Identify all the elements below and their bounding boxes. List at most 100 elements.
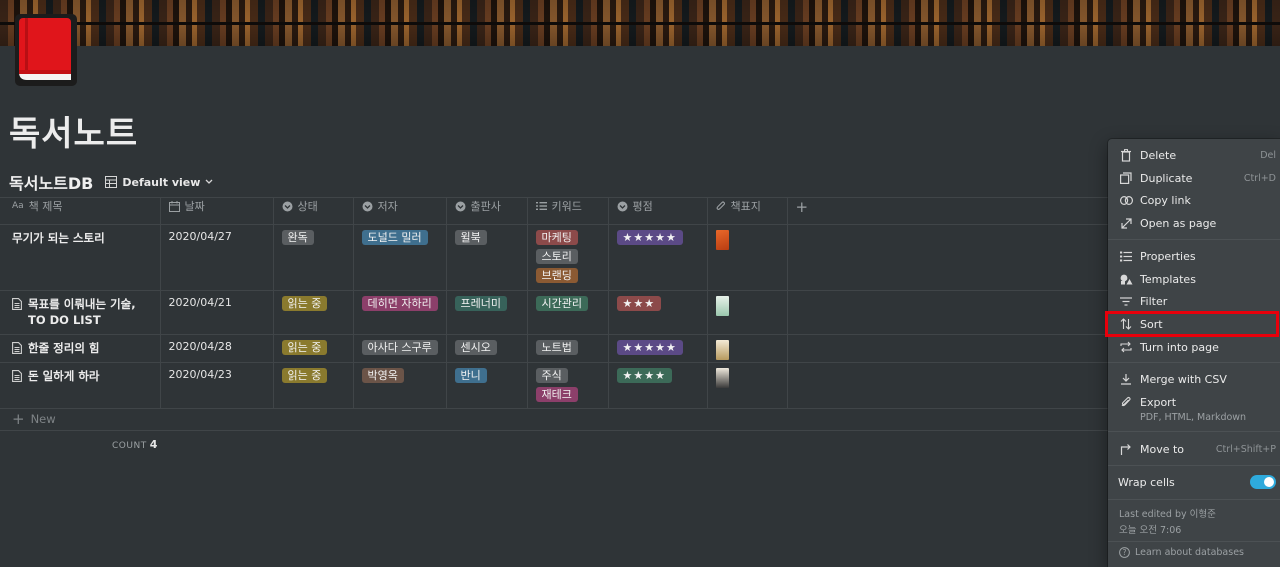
svg-text:?: ? [1123,548,1127,557]
column-header-title[interactable]: Aa 책 제목 [0,197,161,225]
page-title[interactable]: 독서노트 [9,106,138,155]
row-title[interactable]: 목표를 이뤄내는 기술, TO DO LIST [12,296,152,328]
templates-icon [1118,271,1134,287]
row-count[interactable]: COUNT 4 [112,438,158,451]
table-view-icon [105,176,118,188]
document-icon [12,298,22,310]
menu-item-templates[interactable]: Templates [1108,268,1280,290]
menu-item-open-as-page[interactable]: Open as page [1108,212,1280,234]
table-row[interactable]: 한줄 정리의 힘 2020/04/28 읽는 중 아사다 스구루 센시오 노트법… [0,334,1120,363]
table-row[interactable]: 돈 일하게 하라 2020/04/23 읽는 중 박영옥 반니 주식 재테크 ★… [0,362,1120,409]
sort-highlight-box [1105,311,1279,337]
rating-tag[interactable]: ★★★★★ [616,340,683,355]
open-page-icon [1118,215,1134,231]
rating-tag[interactable]: ★★★★★ [616,230,683,245]
chevron-down-icon [205,179,213,184]
author-tag[interactable]: 아사다 스구루 [361,340,438,355]
list-icon [535,202,547,210]
select-icon [455,201,465,211]
keyword-tag[interactable]: 재테크 [535,387,578,402]
column-header-status[interactable]: 상태 [273,197,354,225]
divider [1108,362,1280,363]
export-icon [1118,394,1134,410]
learn-about-databases-link[interactable]: ? Learn about databases [1119,547,1244,558]
keyword-tag[interactable]: 주식 [535,368,568,383]
calendar-icon [168,200,180,212]
keyword-tag[interactable]: 스토리 [535,249,578,264]
page-cover-image [0,0,1280,46]
publisher-tag[interactable]: 프레너미 [454,296,507,311]
author-tag[interactable]: 도널드 밀러 [361,230,428,245]
database-table: Aa 책 제목 날짜 상태 저자 출판사 키워드 평점 책표지 + 무기가 되는… [0,197,1120,409]
author-tag[interactable]: 박영옥 [361,368,404,383]
status-tag[interactable]: 읽는 중 [281,340,328,355]
wrap-cells-toggle[interactable] [1250,475,1276,489]
table-row[interactable]: 무기가 되는 스토리 2020/04/27 완독 도널드 밀러 윌북 마케팅 스… [0,224,1120,291]
menu-item-filter[interactable]: Filter [1108,290,1280,312]
view-label: Default view [122,175,201,189]
document-icon [12,342,22,354]
table-row[interactable]: 목표를 이뤄내는 기술, TO DO LIST 2020/04/21 읽는 중 … [0,290,1120,335]
menu-item-merge-with-csv[interactable]: Merge with CSV [1108,368,1280,390]
row-title[interactable]: 무기가 되는 스토리 [12,230,152,246]
divider [1108,465,1280,466]
author-tag[interactable]: 데히먼 자하리 [361,296,438,311]
divider [1108,431,1280,432]
status-tag[interactable]: 완독 [281,230,314,245]
rating-tag[interactable]: ★★★★ [616,368,672,383]
rating-tag[interactable]: ★★★ [616,296,662,311]
merge-icon [1118,371,1134,387]
divider [1108,541,1280,542]
properties-icon [1118,248,1134,264]
menu-item-export[interactable]: Export [1108,391,1280,413]
publisher-tag[interactable]: 반니 [454,368,487,383]
publisher-tag[interactable]: 센시오 [454,340,497,355]
trash-icon [1118,147,1134,163]
book-cover-thumbnail[interactable] [715,368,729,388]
book-cover-thumbnail[interactable] [715,340,729,360]
menu-item-move-to[interactable]: Move to Ctrl+Shift+P [1108,438,1280,460]
keyword-tag[interactable]: 브랜딩 [535,268,578,283]
red-book-icon[interactable] [15,14,77,86]
column-header-author[interactable]: 저자 [353,197,447,225]
column-header-cover[interactable]: 책표지 [707,197,788,225]
view-selector-button[interactable]: Default view [105,176,213,189]
divider [1108,499,1280,500]
paperclip-icon [716,200,725,210]
row-title[interactable]: 돈 일하게 하라 [12,368,152,384]
divider [0,430,1108,431]
select-icon [617,201,627,211]
plus-icon: + [795,198,809,216]
export-formats-text: PDF, HTML, Markdown [1140,412,1247,423]
duplicate-icon [1118,170,1134,186]
database-header: 독서노트DB Default view [9,170,213,194]
column-header-date[interactable]: 날짜 [160,197,274,225]
menu-item-turn-into-page[interactable]: Turn into page [1108,336,1280,358]
row-date[interactable]: 2020/04/23 [160,362,274,409]
title-icon: Aa [12,201,24,211]
menu-item-copy-link[interactable]: Copy link [1108,189,1280,211]
row-date[interactable]: 2020/04/28 [160,334,274,363]
row-title[interactable]: 한줄 정리의 힘 [12,340,152,356]
database-title[interactable]: 독서노트DB [9,170,93,194]
keyword-tag[interactable]: 시간관리 [535,296,588,311]
publisher-tag[interactable]: 윌북 [454,230,487,245]
row-date[interactable]: 2020/04/21 [160,290,274,335]
column-header-rating[interactable]: 평점 [608,197,708,225]
status-tag[interactable]: 읽는 중 [281,296,328,311]
keyword-tag[interactable]: 마케팅 [535,230,578,245]
status-tag[interactable]: 읽는 중 [281,368,328,383]
menu-item-delete[interactable]: Delete Del [1108,144,1280,166]
plus-icon: + [12,410,25,428]
column-header-publisher[interactable]: 출판사 [446,197,528,225]
book-cover-thumbnail[interactable] [715,230,729,250]
row-date[interactable]: 2020/04/27 [160,224,274,291]
keyword-tag[interactable]: 노트법 [535,340,578,355]
book-cover-thumbnail[interactable] [715,296,729,316]
menu-item-properties[interactable]: Properties [1108,245,1280,267]
add-property-button[interactable]: + [787,197,1120,225]
select-icon [282,201,292,211]
column-header-keywords[interactable]: 키워드 [527,197,609,225]
new-row-button[interactable]: + New [12,410,56,428]
menu-item-duplicate[interactable]: Duplicate Ctrl+D [1108,167,1280,189]
